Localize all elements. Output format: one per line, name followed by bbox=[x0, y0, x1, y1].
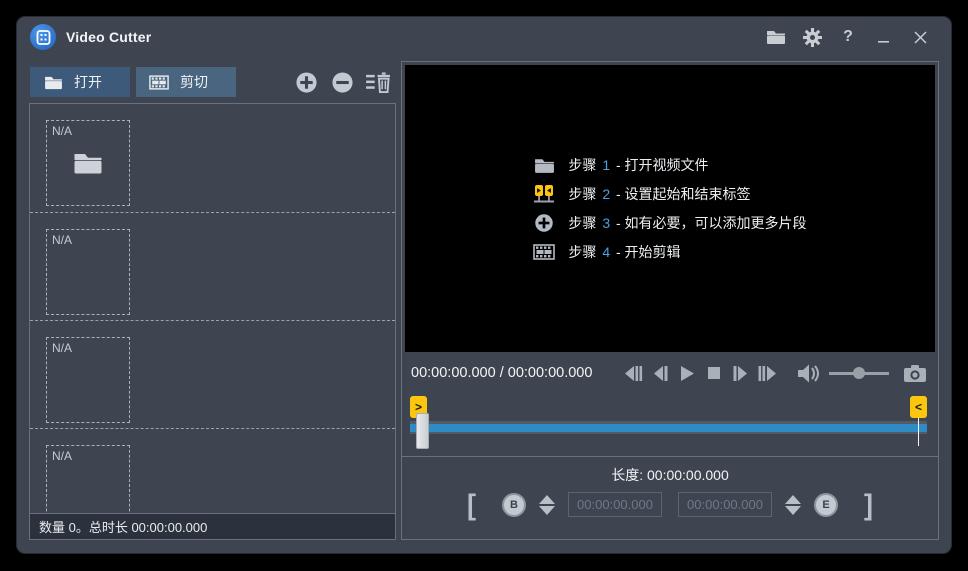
volume-slider[interactable] bbox=[829, 366, 889, 380]
plus-circle-icon bbox=[533, 213, 555, 233]
clip-label: N/A bbox=[52, 449, 72, 463]
step-1: 步骤 1 - 打开视频文件 bbox=[533, 155, 806, 175]
tags-icon bbox=[533, 184, 555, 204]
video-preview: 步骤 1 - 打开视频文件 bbox=[405, 65, 935, 352]
start-tag-glyph: > bbox=[415, 400, 422, 414]
open-button-label: 打开 bbox=[74, 72, 102, 92]
clip-label: N/A bbox=[52, 341, 72, 355]
help-button[interactable]: ? bbox=[833, 23, 863, 51]
step-text: 步骤 3 - 如有必要，可以添加更多片段 bbox=[568, 213, 806, 233]
main-content: 打开 剪切 bbox=[17, 57, 951, 553]
title-bar: Video Cutter ? bbox=[17, 17, 951, 57]
volume-icon[interactable] bbox=[795, 361, 821, 385]
clip-label: N/A bbox=[52, 124, 72, 138]
film-icon bbox=[533, 242, 555, 262]
end-marker-line bbox=[918, 418, 919, 446]
open-button[interactable]: 打开 bbox=[30, 67, 130, 97]
clip-thumbnail: N/A bbox=[46, 445, 130, 513]
step-4: 步骤 4 - 开始剪辑 bbox=[533, 242, 806, 262]
set-begin-button[interactable]: B bbox=[502, 493, 526, 517]
folder-icon bbox=[42, 72, 64, 92]
remove-clip-button[interactable] bbox=[329, 69, 355, 95]
clip-thumbnail: N/A bbox=[46, 337, 130, 423]
end-tag-marker[interactable]: < bbox=[910, 396, 927, 418]
app-logo-icon bbox=[30, 24, 56, 50]
time-display: 00:00:00.000 / 00:00:00.000 bbox=[411, 365, 592, 381]
stop-button[interactable] bbox=[701, 361, 727, 385]
window-title: Video Cutter bbox=[66, 29, 151, 45]
open-file-icon[interactable] bbox=[761, 23, 791, 51]
settings-gear-icon[interactable] bbox=[797, 23, 827, 51]
cut-button[interactable]: 剪切 bbox=[136, 67, 236, 97]
clip-list: N/A N/A N/A bbox=[30, 104, 395, 513]
film-icon bbox=[148, 72, 170, 92]
close-button[interactable] bbox=[905, 23, 935, 51]
step-text: 步骤 4 - 开始剪辑 bbox=[568, 242, 680, 262]
end-time-stepper[interactable] bbox=[784, 495, 802, 515]
begin-bracket[interactable]: [ bbox=[453, 492, 490, 517]
step-text: 步骤 1 - 打开视频文件 bbox=[568, 155, 708, 175]
next-frame-button[interactable] bbox=[728, 361, 754, 385]
clip-thumbnail: N/A bbox=[46, 229, 130, 315]
snapshot-camera-button[interactable] bbox=[902, 361, 928, 385]
end-time-field[interactable] bbox=[678, 492, 772, 517]
end-tag-glyph: < bbox=[915, 400, 922, 414]
preview-panel: 步骤 1 - 打开视频文件 bbox=[401, 61, 939, 540]
desktop-background: Video Cutter ? bbox=[0, 0, 968, 571]
step-text: 步骤 2 - 设置起始和结束标签 bbox=[568, 184, 750, 204]
clip-slot-4[interactable]: N/A bbox=[30, 428, 395, 513]
play-button[interactable] bbox=[674, 361, 700, 385]
clip-list-container: N/A N/A N/A bbox=[29, 103, 396, 540]
cut-button-label: 剪切 bbox=[180, 72, 208, 92]
folder-icon bbox=[73, 151, 103, 175]
end-bracket[interactable]: ] bbox=[850, 492, 887, 517]
folder-icon bbox=[533, 155, 555, 175]
trim-footer: 长度: 00:00:00.000 [ B E ] bbox=[402, 456, 938, 539]
previous-frame-button[interactable] bbox=[647, 361, 673, 385]
app-window: Video Cutter ? bbox=[16, 16, 952, 554]
clip-slot-2[interactable]: N/A bbox=[30, 212, 395, 320]
minimize-button[interactable] bbox=[869, 23, 899, 51]
segment-length-text: 长度: 00:00:00.000 bbox=[611, 465, 729, 485]
status-text: 数量 0。总时长 00:00:00.000 bbox=[39, 517, 207, 536]
playhead-handle[interactable] bbox=[416, 413, 429, 449]
clip-label: N/A bbox=[52, 233, 72, 247]
begin-time-stepper[interactable] bbox=[538, 495, 556, 515]
clear-list-button[interactable] bbox=[365, 69, 391, 95]
jump-forward-button[interactable] bbox=[755, 361, 781, 385]
clip-list-panel: 打开 剪切 bbox=[29, 61, 396, 540]
clip-thumbnail: N/A bbox=[46, 120, 130, 206]
step-3: 步骤 3 - 如有必要，可以添加更多片段 bbox=[533, 213, 806, 233]
timeline[interactable]: > < bbox=[404, 394, 936, 456]
volume-slider-thumb[interactable] bbox=[853, 367, 865, 379]
begin-time-field[interactable] bbox=[568, 492, 662, 517]
set-end-button[interactable]: E bbox=[814, 493, 838, 517]
add-clip-button[interactable] bbox=[293, 69, 319, 95]
trim-controls: [ B E ] bbox=[453, 492, 887, 517]
clip-slot-1[interactable]: N/A bbox=[30, 104, 395, 212]
playback-controls: 00:00:00.000 / 00:00:00.000 bbox=[402, 352, 938, 394]
status-bar: 数量 0。总时长 00:00:00.000 bbox=[30, 513, 395, 539]
clip-toolbar: 打开 剪切 bbox=[29, 61, 396, 103]
step-2: 步骤 2 - 设置起始和结束标签 bbox=[533, 184, 806, 204]
timeline-track[interactable] bbox=[410, 421, 927, 434]
clip-slot-3[interactable]: N/A bbox=[30, 320, 395, 428]
jump-back-button[interactable] bbox=[620, 361, 646, 385]
instruction-steps: 步骤 1 - 打开视频文件 bbox=[533, 155, 806, 262]
